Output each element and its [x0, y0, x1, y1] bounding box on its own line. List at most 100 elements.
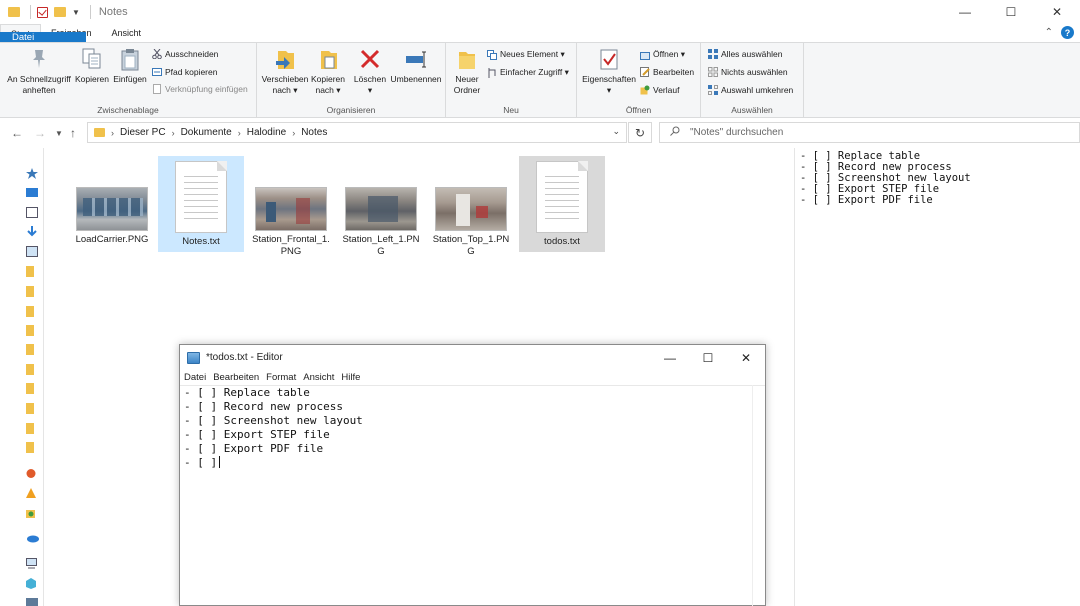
- refresh-icon[interactable]: ↻: [628, 122, 652, 143]
- menu-view[interactable]: Ansicht: [303, 372, 334, 383]
- copy-folder-icon: [317, 47, 339, 71]
- preview-pane: - [ ] Replace table - [ ] Record new pro…: [794, 148, 1080, 606]
- chevron-down-icon[interactable]: ⌄: [612, 126, 620, 137]
- help-icon[interactable]: ?: [1061, 26, 1074, 39]
- menu-file[interactable]: Datei: [184, 372, 206, 383]
- new-folder-icon[interactable]: [54, 7, 66, 17]
- image-thumbnail: [345, 187, 417, 231]
- pin-quick-access-button[interactable]: An Schnellzugriff anheften: [6, 47, 72, 96]
- copy-path-button[interactable]: Pfad kopieren: [152, 67, 217, 77]
- breadcrumb-notes[interactable]: Notes: [301, 127, 327, 138]
- breadcrumb-separator[interactable]: ›: [292, 128, 295, 138]
- copy-to-button[interactable]: Kopieren nach ▾: [309, 47, 347, 96]
- address-bar[interactable]: › Dieser PC › Dokumente › Halodine › Not…: [87, 122, 627, 143]
- properties-button[interactable]: Eigenschaften ▾: [581, 47, 637, 96]
- file-item-loadcarrier[interactable]: LoadCarrier.PNG: [69, 156, 155, 246]
- up-arrow-icon[interactable]: ↑: [70, 126, 76, 140]
- chevron-down-icon[interactable]: ▼: [72, 8, 80, 17]
- forward-arrow-icon[interactable]: →: [34, 126, 46, 140]
- move-to-button[interactable]: Verschieben nach ▾: [260, 47, 310, 96]
- new-folder-button[interactable]: Neuer Ordner: [450, 47, 484, 96]
- select-all-label: Alles auswählen: [721, 49, 783, 59]
- collapse-ribbon-icon[interactable]: ⌃: [1045, 27, 1053, 38]
- image-thumbnail: [435, 187, 507, 231]
- select-all-button[interactable]: Alles auswählen: [708, 49, 782, 59]
- breadcrumb-separator[interactable]: ›: [238, 128, 241, 138]
- paste-label: Einfügen: [113, 74, 147, 84]
- easy-access-button[interactable]: Einfacher Zugriff ▾: [487, 67, 569, 78]
- minimize-icon[interactable]: —: [651, 345, 689, 370]
- folder-icon[interactable]: [26, 364, 34, 375]
- ribbon: An Schnellzugriff anheften Kopieren Einf…: [0, 42, 1080, 118]
- properties-label-1: Eigenschaften: [582, 74, 636, 84]
- folder-icon[interactable]: [26, 442, 34, 453]
- file-item-station-top[interactable]: Station_Top_1.PNG: [428, 156, 514, 258]
- pane-divider[interactable]: [36, 148, 44, 606]
- menu-help[interactable]: Hilfe: [341, 372, 360, 383]
- folder-icon[interactable]: [26, 325, 34, 336]
- paste-shortcut-button[interactable]: Verknüpfung einfügen: [152, 84, 248, 94]
- folder-icon[interactable]: [26, 423, 34, 434]
- invert-selection-icon: [708, 85, 718, 95]
- breadcrumb-this-pc[interactable]: Dieser PC: [120, 127, 166, 138]
- window-controls: — ☐ ✕: [942, 0, 1080, 24]
- edit-button[interactable]: Bearbeiten: [640, 67, 694, 77]
- file-item-station-left[interactable]: Station_Left_1.PNG: [338, 156, 424, 258]
- notepad-window-controls: — ☐ ✕: [651, 345, 765, 370]
- close-icon[interactable]: ✕: [727, 345, 765, 370]
- file-item-notes-txt[interactable]: Notes.txt: [158, 156, 244, 252]
- cut-button[interactable]: Ausschneiden: [152, 48, 218, 60]
- back-arrow-icon[interactable]: ←: [11, 126, 23, 140]
- folder-icon[interactable]: [26, 403, 34, 414]
- folder-icon[interactable]: [26, 306, 34, 317]
- text-file-icon: [536, 161, 588, 233]
- new-item-button[interactable]: Neues Element ▾: [487, 49, 565, 60]
- notepad-text-area[interactable]: - [ ] Replace table - [ ] Record new proc…: [180, 385, 765, 606]
- breadcrumb-separator[interactable]: ›: [172, 128, 175, 138]
- file-item-station-frontal[interactable]: Station_Frontal_1.PNG: [248, 156, 334, 258]
- text-line-current: - [ ]: [184, 456, 761, 470]
- copy-button[interactable]: Kopieren: [74, 47, 110, 85]
- recent-locations-chevron-icon[interactable]: ▼: [55, 129, 63, 138]
- delete-label-2: ▾: [367, 85, 373, 95]
- invert-selection-button[interactable]: Auswahl umkehren: [708, 85, 793, 95]
- breadcrumb-separator[interactable]: ›: [111, 128, 114, 138]
- history-button[interactable]: Verlauf: [640, 85, 679, 95]
- menu-edit[interactable]: Bearbeiten: [213, 372, 259, 383]
- easy-access-label: Einfacher Zugriff ▾: [500, 67, 569, 77]
- copy-to-label-2: nach ▾: [315, 85, 341, 95]
- breadcrumb-documents[interactable]: Dokumente: [181, 127, 232, 138]
- tab-view[interactable]: Ansicht: [102, 24, 152, 42]
- maximize-icon[interactable]: ☐: [988, 0, 1034, 24]
- properties-icon: [598, 47, 620, 71]
- rename-button[interactable]: Umbenennen: [388, 47, 444, 85]
- file-name: Station_Left_1.PNG: [342, 234, 420, 257]
- file-item-todos-txt[interactable]: todos.txt: [519, 156, 605, 252]
- pin-label-1: An Schnellzugriff: [7, 74, 71, 84]
- menu-format[interactable]: Format: [266, 372, 296, 383]
- folder-icon[interactable]: [26, 266, 34, 277]
- delete-button[interactable]: Löschen ▾: [351, 47, 389, 96]
- paste-button[interactable]: Einfügen: [112, 47, 148, 85]
- properties-check-icon[interactable]: [37, 6, 48, 18]
- notepad-scrollbar[interactable]: [752, 385, 765, 606]
- group-select: Alles auswählen Nichts auswählen Auswahl…: [701, 43, 804, 118]
- invert-selection-label: Auswahl umkehren: [721, 85, 794, 95]
- quick-access-toolbar: ▼: [0, 5, 91, 19]
- breadcrumb-halodine[interactable]: Halodine: [247, 127, 286, 138]
- folder-icon[interactable]: [26, 286, 34, 297]
- open-label: Öffnen ▾: [653, 49, 685, 59]
- maximize-icon[interactable]: ☐: [689, 345, 727, 370]
- open-button[interactable]: Öffnen ▾: [640, 49, 685, 60]
- notepad-titlebar[interactable]: *todos.txt - Editor — ☐ ✕: [180, 345, 765, 370]
- close-icon[interactable]: ✕: [1034, 0, 1080, 24]
- notepad-icon: [187, 351, 200, 364]
- edit-label: Bearbeiten: [653, 67, 695, 77]
- minimize-icon[interactable]: —: [942, 0, 988, 24]
- search-input[interactable]: "Notes" durchsuchen: [659, 122, 1080, 143]
- preview-line: - [ ] Export PDF file: [800, 194, 933, 206]
- folder-icon[interactable]: [26, 383, 34, 394]
- select-none-button[interactable]: Nichts auswählen: [708, 67, 788, 77]
- group-open: Eigenschaften ▾ Öffnen ▾ Bearbeiten Verl…: [577, 43, 701, 118]
- folder-icon[interactable]: [26, 344, 34, 355]
